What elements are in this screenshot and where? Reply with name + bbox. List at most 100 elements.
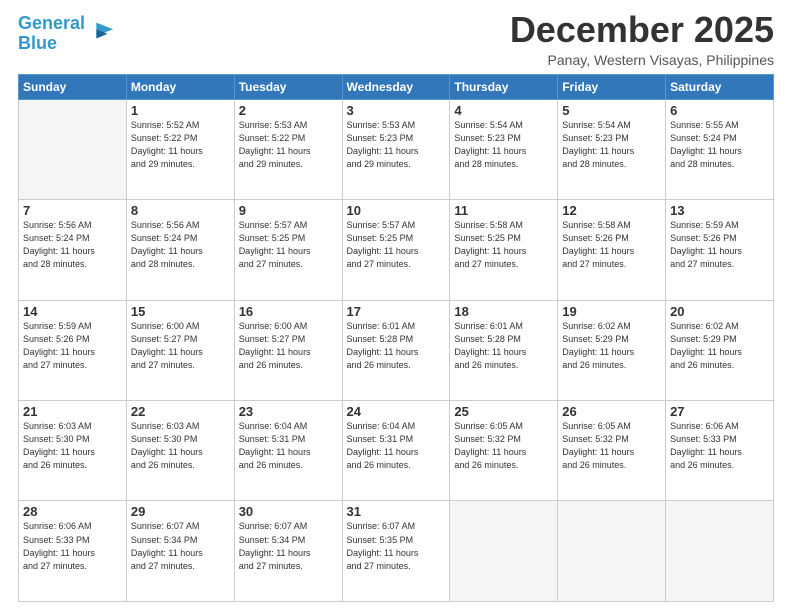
day-cell: 11Sunrise: 5:58 AM Sunset: 5:25 PM Dayli… (450, 200, 558, 300)
day-number: 15 (131, 304, 230, 319)
day-info: Sunrise: 5:53 AM Sunset: 5:22 PM Dayligh… (239, 119, 338, 171)
header-saturday: Saturday (666, 74, 774, 99)
day-info: Sunrise: 6:01 AM Sunset: 5:28 PM Dayligh… (347, 320, 446, 372)
calendar-table: Sunday Monday Tuesday Wednesday Thursday… (18, 74, 774, 602)
day-number: 22 (131, 404, 230, 419)
day-number: 27 (670, 404, 769, 419)
day-number: 12 (562, 203, 661, 218)
day-number: 17 (347, 304, 446, 319)
day-cell (450, 501, 558, 602)
day-info: Sunrise: 6:00 AM Sunset: 5:27 PM Dayligh… (239, 320, 338, 372)
day-number: 8 (131, 203, 230, 218)
day-info: Sunrise: 5:52 AM Sunset: 5:22 PM Dayligh… (131, 119, 230, 171)
day-cell (558, 501, 666, 602)
day-info: Sunrise: 5:53 AM Sunset: 5:23 PM Dayligh… (347, 119, 446, 171)
day-info: Sunrise: 6:00 AM Sunset: 5:27 PM Dayligh… (131, 320, 230, 372)
day-cell: 10Sunrise: 5:57 AM Sunset: 5:25 PM Dayli… (342, 200, 450, 300)
day-cell: 15Sunrise: 6:00 AM Sunset: 5:27 PM Dayli… (126, 300, 234, 400)
day-number: 28 (23, 504, 122, 519)
month-title: December 2025 (510, 10, 774, 50)
week-row-3: 14Sunrise: 5:59 AM Sunset: 5:26 PM Dayli… (19, 300, 774, 400)
week-row-1: 1Sunrise: 5:52 AM Sunset: 5:22 PM Daylig… (19, 99, 774, 199)
day-number: 4 (454, 103, 553, 118)
day-number: 18 (454, 304, 553, 319)
day-info: Sunrise: 6:04 AM Sunset: 5:31 PM Dayligh… (239, 420, 338, 472)
week-row-2: 7 Sunrise: 5:56 AM Sunset: 5:24 PM Daylig… (19, 200, 774, 300)
day-cell: 23Sunrise: 6:04 AM Sunset: 5:31 PM Dayli… (234, 401, 342, 501)
day-cell: 28Sunrise: 6:06 AM Sunset: 5:33 PM Dayli… (19, 501, 127, 602)
day-number: 25 (454, 404, 553, 419)
day-info: Sunrise: 6:07 AM Sunset: 5:34 PM Dayligh… (131, 520, 230, 572)
day-cell: 3Sunrise: 5:53 AM Sunset: 5:23 PM Daylig… (342, 99, 450, 199)
day-number: 7 (23, 203, 122, 218)
day-info: Sunrise: 6:06 AM Sunset: 5:33 PM Dayligh… (670, 420, 769, 472)
day-info: Sunrise: 6:02 AM Sunset: 5:29 PM Dayligh… (670, 320, 769, 372)
day-number: 31 (347, 504, 446, 519)
day-cell: 4Sunrise: 5:54 AM Sunset: 5:23 PM Daylig… (450, 99, 558, 199)
day-cell: 24Sunrise: 6:04 AM Sunset: 5:31 PM Dayli… (342, 401, 450, 501)
location-subtitle: Panay, Western Visayas, Philippines (510, 52, 774, 68)
day-cell: 30Sunrise: 6:07 AM Sunset: 5:34 PM Dayli… (234, 501, 342, 602)
header-wednesday: Wednesday (342, 74, 450, 99)
day-number: 23 (239, 404, 338, 419)
day-cell: 7Sunrise: 5:56 AM Sunset: 5:24 PM Daylig… (19, 200, 127, 300)
logo-general: General (18, 13, 85, 33)
title-block: December 2025 Panay, Western Visayas, Ph… (510, 10, 774, 68)
day-cell: 12Sunrise: 5:58 AM Sunset: 5:26 PM Dayli… (558, 200, 666, 300)
day-cell: 1Sunrise: 5:52 AM Sunset: 5:22 PM Daylig… (126, 99, 234, 199)
day-cell: 25Sunrise: 6:05 AM Sunset: 5:32 PM Dayli… (450, 401, 558, 501)
day-number: 13 (670, 203, 769, 218)
day-number: 30 (239, 504, 338, 519)
day-cell: 22Sunrise: 6:03 AM Sunset: 5:30 PM Dayli… (126, 401, 234, 501)
day-info: Sunrise: 6:03 AM Sunset: 5:30 PM Dayligh… (131, 420, 230, 472)
day-number: 14 (23, 304, 122, 319)
day-cell: 18Sunrise: 6:01 AM Sunset: 5:28 PM Dayli… (450, 300, 558, 400)
day-cell: 9Sunrise: 5:57 AM Sunset: 5:25 PM Daylig… (234, 200, 342, 300)
day-cell: 8Sunrise: 5:56 AM Sunset: 5:24 PM Daylig… (126, 200, 234, 300)
day-number: 26 (562, 404, 661, 419)
day-cell (19, 99, 127, 199)
week-row-5: 28Sunrise: 6:06 AM Sunset: 5:33 PM Dayli… (19, 501, 774, 602)
day-info: Sunrise: 5:58 AM Sunset: 5:26 PM Dayligh… (562, 219, 661, 271)
header-friday: Friday (558, 74, 666, 99)
day-cell: 27Sunrise: 6:06 AM Sunset: 5:33 PM Dayli… (666, 401, 774, 501)
day-cell: 17Sunrise: 6:01 AM Sunset: 5:28 PM Dayli… (342, 300, 450, 400)
day-info: Sunrise: 5:54 AM Sunset: 5:23 PM Dayligh… (562, 119, 661, 171)
day-number: 24 (347, 404, 446, 419)
day-number: 2 (239, 103, 338, 118)
weekday-header-row: Sunday Monday Tuesday Wednesday Thursday… (19, 74, 774, 99)
day-number: 6 (670, 103, 769, 118)
logo-blue: Blue (18, 33, 57, 53)
logo-icon (87, 18, 115, 46)
week-row-4: 21Sunrise: 6:03 AM Sunset: 5:30 PM Dayli… (19, 401, 774, 501)
day-cell: 20Sunrise: 6:02 AM Sunset: 5:29 PM Dayli… (666, 300, 774, 400)
day-number: 29 (131, 504, 230, 519)
day-info: Sunrise: 6:05 AM Sunset: 5:32 PM Dayligh… (562, 420, 661, 472)
day-number: 21 (23, 404, 122, 419)
day-info: Sunrise: 6:07 AM Sunset: 5:34 PM Dayligh… (239, 520, 338, 572)
day-info: Sunrise: 5:57 AM Sunset: 5:25 PM Dayligh… (239, 219, 338, 271)
header-monday: Monday (126, 74, 234, 99)
day-number: 11 (454, 203, 553, 218)
day-cell: 13Sunrise: 5:59 AM Sunset: 5:26 PM Dayli… (666, 200, 774, 300)
day-info: Sunrise: 5:59 AM Sunset: 5:26 PM Dayligh… (23, 320, 122, 372)
day-number: 9 (239, 203, 338, 218)
day-cell: 19Sunrise: 6:02 AM Sunset: 5:29 PM Dayli… (558, 300, 666, 400)
day-number: 10 (347, 203, 446, 218)
day-cell: 2Sunrise: 5:53 AM Sunset: 5:22 PM Daylig… (234, 99, 342, 199)
header-tuesday: Tuesday (234, 74, 342, 99)
day-cell: 26Sunrise: 6:05 AM Sunset: 5:32 PM Dayli… (558, 401, 666, 501)
day-info: Sunrise: 6:05 AM Sunset: 5:32 PM Dayligh… (454, 420, 553, 472)
day-info: Sunrise: 5:56 AM Sunset: 5:24 PM Dayligh… (131, 219, 230, 271)
day-cell: 31Sunrise: 6:07 AM Sunset: 5:35 PM Dayli… (342, 501, 450, 602)
day-number: 20 (670, 304, 769, 319)
day-cell (666, 501, 774, 602)
logo: General Blue (18, 14, 115, 54)
day-info: Sunrise: 5:59 AM Sunset: 5:26 PM Dayligh… (670, 219, 769, 271)
header-sunday: Sunday (19, 74, 127, 99)
day-number: 16 (239, 304, 338, 319)
header-thursday: Thursday (450, 74, 558, 99)
day-info: Sunrise: 6:03 AM Sunset: 5:30 PM Dayligh… (23, 420, 122, 472)
day-number: 19 (562, 304, 661, 319)
day-cell: 6Sunrise: 5:55 AM Sunset: 5:24 PM Daylig… (666, 99, 774, 199)
